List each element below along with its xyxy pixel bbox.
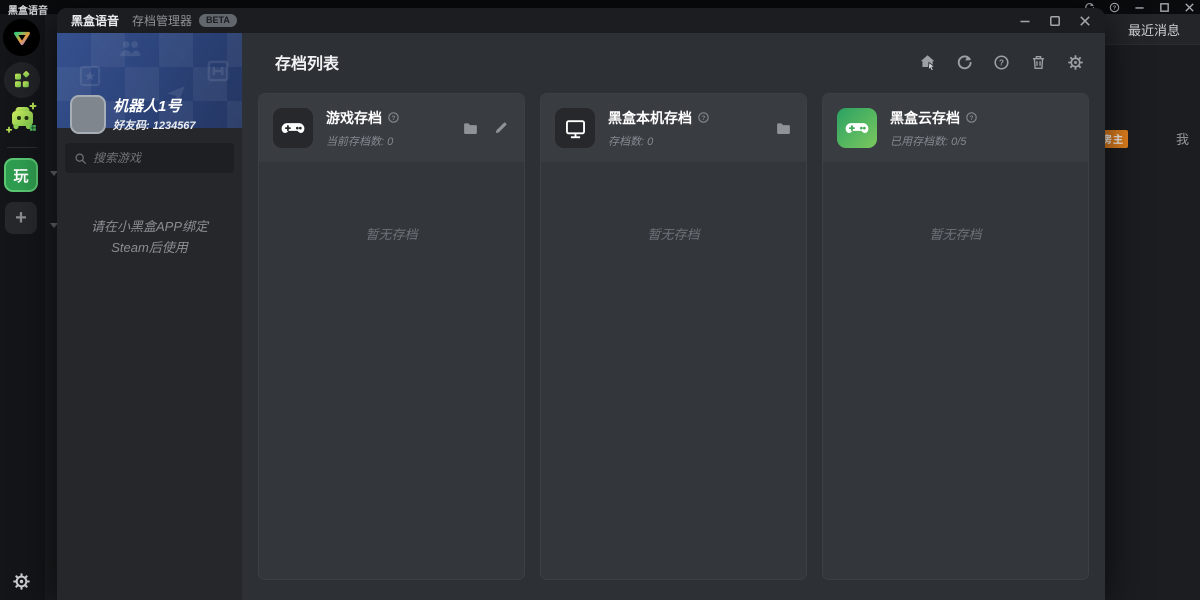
save-manager-window: 黑盒语音 存档管理器 BETA bbox=[57, 8, 1105, 600]
friend-code: 好友码: 1234567 bbox=[113, 117, 196, 133]
star-box-icon bbox=[77, 63, 103, 94]
profile-name: 机器人1号 bbox=[113, 95, 181, 116]
apps-grid-icon bbox=[12, 70, 32, 90]
minimize-icon[interactable] bbox=[1018, 14, 1031, 27]
sidebar-divider bbox=[7, 147, 37, 148]
heybox-glyph-icon bbox=[204, 57, 232, 90]
info-icon[interactable]: ? bbox=[965, 111, 978, 124]
add-server-button[interactable]: + bbox=[5, 202, 37, 234]
gamepad-icon bbox=[273, 108, 313, 148]
card-title: 游戏存档 bbox=[326, 108, 382, 128]
refresh-icon[interactable] bbox=[952, 50, 977, 75]
card-game-saves: 游戏存档 ? 当前存档数: 0 暂无存档 bbox=[258, 93, 525, 580]
bind-hint-line2: Steam后使用 bbox=[57, 237, 242, 258]
svg-text:?: ? bbox=[999, 58, 1004, 67]
edit-icon[interactable] bbox=[492, 119, 510, 137]
game-search-box[interactable] bbox=[65, 143, 234, 173]
card-title: 黑盒本机存档 bbox=[608, 108, 692, 128]
help-icon[interactable]: ? bbox=[989, 50, 1014, 75]
folder-icon[interactable] bbox=[774, 119, 792, 137]
app-sidebar: 玩 + bbox=[0, 0, 45, 600]
save-manager-titlebar[interactable]: 黑盒语音 存档管理器 BETA bbox=[57, 8, 1105, 33]
card-header: 游戏存档 ? 当前存档数: 0 bbox=[259, 94, 524, 162]
card-actions bbox=[774, 119, 792, 137]
app-help-icon[interactable]: ? bbox=[1108, 1, 1120, 13]
info-icon[interactable]: ? bbox=[387, 111, 400, 124]
svg-text:?: ? bbox=[970, 115, 974, 122]
beta-badge: BETA bbox=[199, 14, 237, 27]
home-icon[interactable] bbox=[915, 50, 940, 75]
svg-text:?: ? bbox=[1112, 5, 1116, 11]
settings-gear-icon[interactable] bbox=[12, 572, 31, 591]
app-close-icon[interactable] bbox=[1183, 1, 1195, 13]
empty-state: 暂无存档 bbox=[541, 224, 806, 243]
app-title: 黑盒语音 bbox=[8, 2, 48, 17]
bind-hint: 请在小黑盒APP绑定 Steam后使用 bbox=[57, 216, 242, 258]
empty-state: 暂无存档 bbox=[823, 224, 1088, 243]
save-list-content: 存档列表 ? bbox=[242, 33, 1105, 600]
page-title: 存档列表 bbox=[275, 50, 339, 74]
people-icon bbox=[117, 36, 143, 67]
monitor-icon bbox=[555, 108, 595, 148]
screen: 黑盒语音 ? bbox=[0, 0, 1200, 600]
sidebar-item-play[interactable]: 玩 bbox=[4, 158, 38, 192]
close-icon[interactable] bbox=[1078, 14, 1091, 27]
card-header: 黑盒云存档 ? 已用存档数: 0/5 bbox=[823, 94, 1088, 162]
window-page-name: 存档管理器 bbox=[132, 12, 192, 29]
card-titles: 游戏存档 ? 当前存档数: 0 bbox=[326, 108, 400, 149]
empty-state: 暂无存档 bbox=[259, 224, 524, 243]
trash-icon[interactable] bbox=[1026, 50, 1051, 75]
search-input[interactable] bbox=[93, 151, 225, 165]
card-subtitle: 存档数: 0 bbox=[608, 133, 710, 149]
card-cloud-saves: 黑盒云存档 ? 已用存档数: 0/5 暂无存档 bbox=[822, 93, 1089, 580]
recent-messages-title: 最近消息 bbox=[1128, 20, 1180, 39]
card-local-saves: 黑盒本机存档 ? 存档数: 0 暂无存档 bbox=[540, 93, 807, 580]
card-subtitle: 已用存档数: 0/5 bbox=[890, 133, 978, 149]
plus-icon: + bbox=[15, 207, 27, 230]
heybox-logo-icon bbox=[11, 27, 33, 49]
card-header: 黑盒本机存档 ? 存档数: 0 bbox=[541, 94, 806, 162]
card-titles: 黑盒本机存档 ? 存档数: 0 bbox=[608, 108, 710, 149]
sidebar-item-home[interactable] bbox=[3, 19, 40, 56]
bind-hint-line1: 请在小黑盒APP绑定 bbox=[57, 216, 242, 237]
svg-text:?: ? bbox=[702, 115, 706, 122]
maximize-icon[interactable] bbox=[1048, 14, 1061, 27]
app-minimize-icon[interactable] bbox=[1133, 1, 1145, 13]
card-subtitle: 当前存档数: 0 bbox=[326, 133, 400, 149]
folder-icon[interactable] bbox=[461, 119, 479, 137]
sidebar-edge-strip bbox=[45, 0, 57, 600]
robot-save-icon bbox=[5, 101, 41, 137]
cloud-gamepad-icon bbox=[837, 108, 877, 148]
window-controls bbox=[1018, 14, 1091, 27]
info-icon[interactable]: ? bbox=[697, 111, 710, 124]
recent-messages-panel: 最近消息 房主 我 bbox=[1105, 14, 1200, 600]
play-label: 玩 bbox=[13, 165, 28, 186]
save-cards-row: 游戏存档 ? 当前存档数: 0 暂无存档 bbox=[242, 91, 1105, 580]
profile-sidebar: 机器人1号 好友码: 1234567 请在小黑盒APP绑定 Steam后使用 bbox=[57, 33, 242, 600]
recent-messages-header: 最近消息 bbox=[1105, 14, 1200, 45]
search-icon bbox=[74, 152, 87, 165]
window-app-name: 黑盒语音 bbox=[71, 12, 119, 29]
sidebar-item-save-manager[interactable] bbox=[4, 100, 41, 137]
card-title: 黑盒云存档 bbox=[890, 108, 960, 128]
toolbar: ? bbox=[915, 50, 1088, 75]
svg-text:?: ? bbox=[392, 115, 396, 122]
member-me-label[interactable]: 我 bbox=[1176, 129, 1189, 148]
card-titles: 黑盒云存档 ? 已用存档数: 0/5 bbox=[890, 108, 978, 149]
sidebar-item-apps[interactable] bbox=[4, 62, 40, 98]
app-maximize-icon[interactable] bbox=[1158, 1, 1170, 13]
gear-icon[interactable] bbox=[1063, 50, 1088, 75]
content-header: 存档列表 ? bbox=[242, 33, 1105, 91]
card-actions bbox=[461, 119, 510, 137]
avatar[interactable] bbox=[70, 95, 106, 134]
